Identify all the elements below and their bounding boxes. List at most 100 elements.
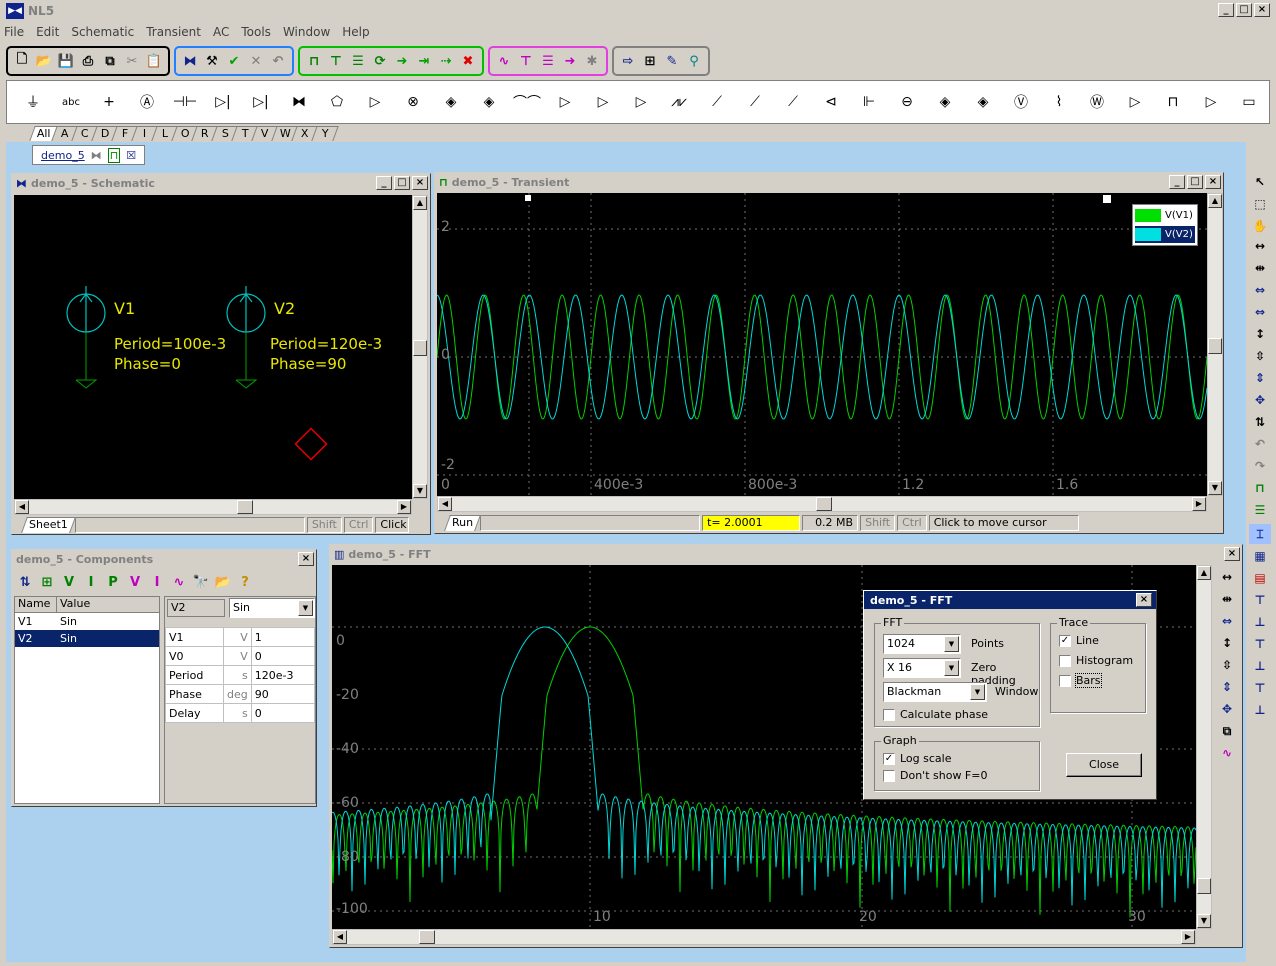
add-icon[interactable]: ⊞ bbox=[38, 573, 56, 591]
col-value-header[interactable]: Value bbox=[57, 597, 151, 612]
vcvs-icon[interactable]: ◈ bbox=[929, 86, 961, 118]
components-close-button[interactable]: × bbox=[298, 552, 314, 566]
switch3-icon[interactable]: ⟋ bbox=[777, 86, 809, 118]
component-type-select[interactable]: Sin ▼ bbox=[229, 598, 315, 618]
new-file-icon[interactable]: 🗋 bbox=[13, 52, 31, 70]
fft-zoom-x-out-icon[interactable]: ⇹ bbox=[1216, 589, 1238, 609]
maximize-button[interactable]: □ bbox=[1236, 3, 1252, 17]
zener-icon[interactable]: ▷| bbox=[245, 86, 277, 118]
marker5-icon[interactable]: ⊤ bbox=[1249, 678, 1271, 698]
param-row[interactable]: Phase deg 90 bbox=[165, 684, 316, 704]
stop-icon[interactable]: ✖ bbox=[459, 52, 477, 70]
continue-icon[interactable]: ⇥ bbox=[415, 52, 433, 70]
run-tab[interactable]: Run bbox=[444, 515, 482, 531]
marker6-icon[interactable]: ⊥ bbox=[1249, 700, 1271, 720]
zoom-x-out-icon[interactable]: ⇹ bbox=[1249, 258, 1271, 278]
compare-icon[interactable]: ⊞ bbox=[641, 52, 659, 70]
tools-icon[interactable]: ⚒ bbox=[203, 52, 221, 70]
transient-minimize-button[interactable]: _ bbox=[1169, 175, 1185, 189]
marker2-icon[interactable]: ⊥ bbox=[1249, 612, 1271, 632]
fit-all-icon[interactable]: ✥ bbox=[1249, 390, 1271, 410]
menu-window[interactable]: Window bbox=[283, 25, 330, 39]
cut-icon[interactable]: ✂ bbox=[123, 52, 141, 70]
amplifier-icon[interactable]: ▷ bbox=[1195, 86, 1227, 118]
fft-fit-all-icon[interactable]: ✥ bbox=[1216, 699, 1238, 719]
transistor-icon[interactable]: ⊲ bbox=[815, 86, 847, 118]
wattmeter-icon[interactable]: Ⓦ bbox=[1081, 86, 1113, 118]
open-folder-icon[interactable]: 📂 bbox=[35, 52, 53, 70]
histogram-checkbox[interactable]: Histogram bbox=[1059, 654, 1133, 667]
color-icon[interactable]: ▤ bbox=[1249, 568, 1271, 588]
transient-view-icon[interactable]: ⊓ bbox=[107, 147, 121, 163]
fit-y-icon[interactable]: ⇕ bbox=[1249, 368, 1271, 388]
voltmeter-icon[interactable]: Ⓥ bbox=[1005, 86, 1037, 118]
trace-i-icon[interactable]: I bbox=[82, 573, 100, 591]
fft-zoom-y-in-icon[interactable]: ↕ bbox=[1216, 633, 1238, 653]
trace-v-icon[interactable]: V bbox=[60, 573, 78, 591]
marker-icon[interactable]: ⊤ bbox=[1249, 590, 1271, 610]
help-icon[interactable]: ? bbox=[236, 573, 254, 591]
inductor-icon[interactable]: ⌒⌒ bbox=[511, 86, 543, 118]
cross-icon[interactable]: ✕ bbox=[247, 52, 265, 70]
log-scale-checkbox[interactable]: ✓ Log scale bbox=[883, 752, 952, 765]
fft-vscroll[interactable]: ▲ ▼ bbox=[1196, 565, 1212, 929]
fft-fit-x-icon[interactable]: ⇔ bbox=[1216, 611, 1238, 631]
paste-icon[interactable]: 📋 bbox=[145, 52, 163, 70]
component-row-v2[interactable]: V2 Sin bbox=[15, 630, 159, 647]
ground-icon[interactable]: ⏚ bbox=[17, 86, 49, 118]
bidirectional-diode-icon[interactable]: ⧓ bbox=[283, 86, 315, 118]
fft-dialog-close-button[interactable]: Close bbox=[1066, 753, 1142, 777]
points-select[interactable]: 1024 ▼ bbox=[883, 634, 961, 654]
schematic-canvas[interactable]: V1 Period=100e-3 Phase=0 V2 Period=120e-… bbox=[14, 195, 412, 499]
menu-schematic[interactable]: Schematic bbox=[71, 25, 134, 39]
menu-edit[interactable]: Edit bbox=[36, 25, 59, 39]
sort-icon[interactable]: ⇅ bbox=[16, 573, 34, 591]
check-icon[interactable]: ✔ bbox=[225, 52, 243, 70]
cursors-icon[interactable]: ⌶ bbox=[1249, 524, 1271, 544]
pan-icon[interactable]: ⇅ bbox=[1249, 412, 1271, 432]
transformer-icon[interactable]: ⌇ bbox=[1043, 86, 1075, 118]
sheet-tab[interactable]: Sheet1 bbox=[21, 517, 76, 533]
bars-checkbox[interactable]: Bars bbox=[1059, 673, 1102, 688]
copy-icon[interactable]: ⧉ bbox=[101, 52, 119, 70]
ac-wave-icon[interactable]: ∿ bbox=[170, 573, 188, 591]
close-button[interactable]: × bbox=[1254, 3, 1270, 17]
ammeter-icon[interactable]: Ⓐ bbox=[131, 86, 163, 118]
legend-v1[interactable]: V(V1) bbox=[1135, 207, 1195, 224]
pulse-icon[interactable]: ⊓ bbox=[1157, 86, 1189, 118]
select-tool-icon[interactable]: ↖ bbox=[1249, 172, 1271, 192]
fft-settings-icon[interactable]: ∿ bbox=[1216, 743, 1238, 763]
marker3-icon[interactable]: ⊤ bbox=[1249, 634, 1271, 654]
junction-icon[interactable]: + bbox=[93, 86, 125, 118]
transient-maximize-button[interactable]: □ bbox=[1187, 175, 1203, 189]
step-icon[interactable]: ⇢ bbox=[437, 52, 455, 70]
mosfet-icon[interactable]: ⊩ bbox=[853, 86, 885, 118]
script-icon[interactable]: ✎ bbox=[663, 52, 681, 70]
schematic-hscroll[interactable]: ◀ ▶ bbox=[14, 499, 412, 515]
component-row-v1[interactable]: V1 Sin bbox=[15, 613, 159, 630]
col-name-header[interactable]: Name bbox=[15, 597, 57, 612]
fft-hscroll[interactable]: ◀ ▶ bbox=[332, 929, 1196, 945]
transient-vscroll[interactable]: ▲ ▼ bbox=[1207, 193, 1223, 496]
zoom-y-out-icon[interactable]: ⇳ bbox=[1249, 346, 1271, 366]
table-icon[interactable]: ▦ bbox=[1249, 546, 1271, 566]
opamp3-icon[interactable]: ▷ bbox=[625, 86, 657, 118]
dont-show-f0-checkbox[interactable]: Don't show F=0 bbox=[883, 769, 987, 782]
document-tab[interactable]: demo_5 ⧓ ⊓ ☒ bbox=[32, 145, 146, 165]
schematic-icon[interactable]: ⧓ bbox=[181, 52, 199, 70]
line-checkbox[interactable]: ✓ Line bbox=[1059, 634, 1099, 647]
ac-run-icon[interactable]: ➜ bbox=[561, 52, 579, 70]
vsource-icon[interactable]: ⊖ bbox=[891, 86, 923, 118]
schematic-maximize-button[interactable]: □ bbox=[394, 176, 410, 190]
run-icon[interactable]: ➜ bbox=[393, 52, 411, 70]
undo-icon[interactable]: ↶ bbox=[269, 52, 287, 70]
minimize-button[interactable]: _ bbox=[1218, 3, 1234, 17]
subcircuit-icon[interactable]: ▭ bbox=[1233, 86, 1265, 118]
transient-icon[interactable]: ⊓ bbox=[305, 52, 323, 70]
label-icon[interactable]: abc bbox=[55, 86, 87, 118]
menu-ac[interactable]: AC bbox=[213, 25, 229, 39]
tab-y[interactable]: Y bbox=[310, 126, 339, 141]
diode-icon[interactable]: ▷| bbox=[207, 86, 239, 118]
schematic-minimize-button[interactable]: _ bbox=[376, 176, 392, 190]
ac-list-icon[interactable]: ☰ bbox=[539, 52, 557, 70]
